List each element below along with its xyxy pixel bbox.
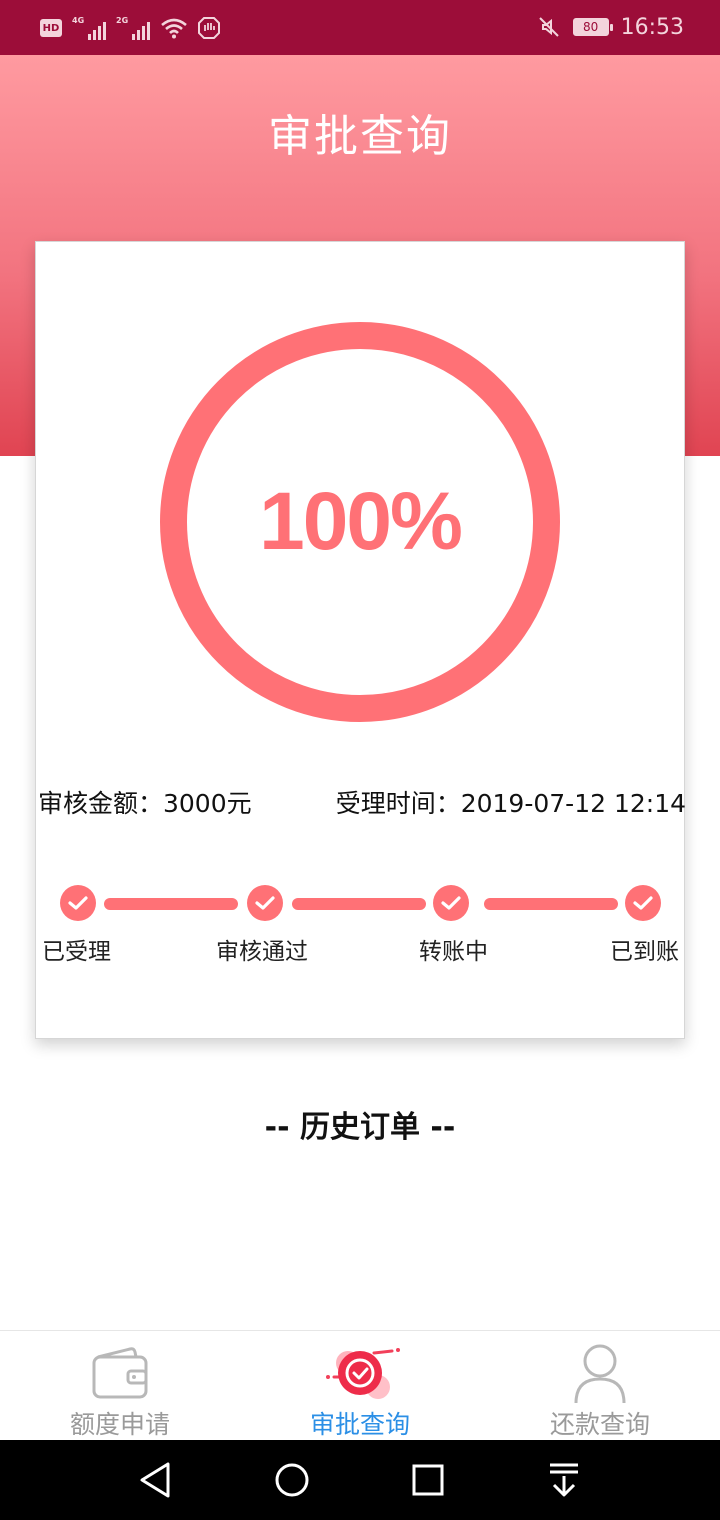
- step-label-transferring: 转账中: [419, 939, 488, 965]
- step-check-icon: [433, 885, 469, 921]
- step-label-arrived: 已到账: [610, 939, 679, 965]
- status-clock: 16:53: [620, 14, 684, 40]
- step-check-icon: [60, 885, 96, 921]
- tab-label: 还款查询: [549, 1410, 650, 1439]
- wifi-icon: [161, 18, 187, 39]
- home-icon[interactable]: [270, 1458, 314, 1502]
- signal-2g-icon: 2G: [116, 16, 150, 40]
- status-bar: HD 4G 2G 80 16:53: [0, 0, 720, 55]
- mute-icon: [538, 17, 559, 37]
- back-icon[interactable]: [134, 1458, 178, 1502]
- tab-approval-query[interactable]: 审批查询: [240, 1331, 480, 1441]
- step-connector: [292, 898, 426, 910]
- approval-card: 100% 审核金额：3000元 受理时间：2019-07-12 12:14 已受…: [35, 241, 686, 1039]
- step-connector: [104, 898, 238, 910]
- tab-quota-apply[interactable]: 额度申请: [0, 1331, 240, 1441]
- system-nav-bar: [0, 1440, 720, 1520]
- step-label-accepted: 已受理: [42, 939, 111, 965]
- tab-label: 额度申请: [69, 1410, 170, 1439]
- approved-amount: 审核金额：3000元: [38, 789, 252, 818]
- info-row: 审核金额：3000元 受理时间：2019-07-12 12:14: [38, 780, 686, 820]
- progress-percent: 100%: [259, 476, 463, 567]
- tab-repayment-query[interactable]: 还款查询: [480, 1331, 720, 1441]
- step-check-icon: [625, 885, 661, 921]
- tab-label: 审批查询: [309, 1410, 410, 1439]
- hd-badge: HD: [40, 19, 62, 37]
- signal-4g-icon: 4G: [72, 16, 106, 40]
- bottom-tab-bar: 额度申请 审批查询 还款查询: [0, 1330, 720, 1440]
- recents-icon[interactable]: [406, 1458, 450, 1502]
- hand-icon: [198, 17, 220, 39]
- approval-check-icon: [326, 1348, 400, 1399]
- wallet-icon: [92, 1347, 148, 1399]
- progress-ring: 100%: [160, 322, 560, 722]
- history-orders-title: -- 历史订单 --: [264, 1110, 456, 1145]
- page-title: 审批查询: [268, 111, 452, 162]
- user-icon: [574, 1344, 626, 1404]
- step-connector: [484, 898, 618, 910]
- notification-pull-icon[interactable]: [542, 1458, 586, 1502]
- battery-icon: 80: [572, 18, 613, 36]
- step-check-icon: [247, 885, 283, 921]
- step-label-approved: 审核通过: [216, 939, 308, 965]
- accept-time: 受理时间：2019-07-12 12:14: [335, 789, 686, 818]
